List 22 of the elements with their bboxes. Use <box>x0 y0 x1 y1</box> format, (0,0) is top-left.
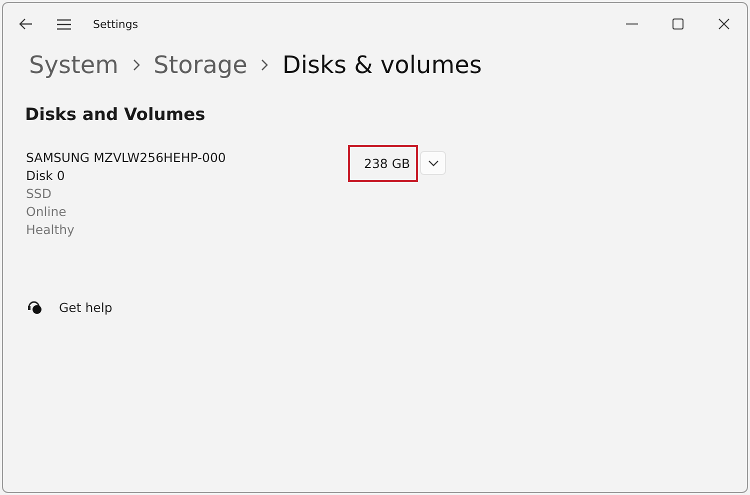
disk-detail: SSD <box>26 185 52 203</box>
disk-detail: Online <box>26 203 68 221</box>
help-icon <box>27 299 43 315</box>
minimize-icon <box>626 23 638 25</box>
disk-model: SAMSUNG MZVLW256HEHP-000 <box>26 149 227 167</box>
disk-size: 238 GB <box>348 145 418 182</box>
maximize-icon <box>672 18 684 30</box>
chevron-icon <box>132 59 140 71</box>
disk-detail: Healthy <box>26 221 76 239</box>
get-help-link[interactable]: Get help <box>59 300 112 314</box>
expand-button[interactable] <box>420 151 446 175</box>
breadcrumb-item: Disks & volumes <box>282 51 482 79</box>
breadcrumb-item[interactable]: Storage <box>154 51 248 79</box>
menu-icon <box>57 18 71 30</box>
section-heading: Disks and Volumes <box>24 104 206 125</box>
back-arrow-icon <box>19 18 33 30</box>
disk-name: Disk 0 <box>26 167 66 185</box>
chevron-down-icon <box>428 160 439 166</box>
chevron-icon <box>261 59 268 71</box>
breadcrumb-item[interactable]: System <box>29 51 118 79</box>
close-icon <box>718 18 730 30</box>
window-title: Settings <box>93 18 138 30</box>
